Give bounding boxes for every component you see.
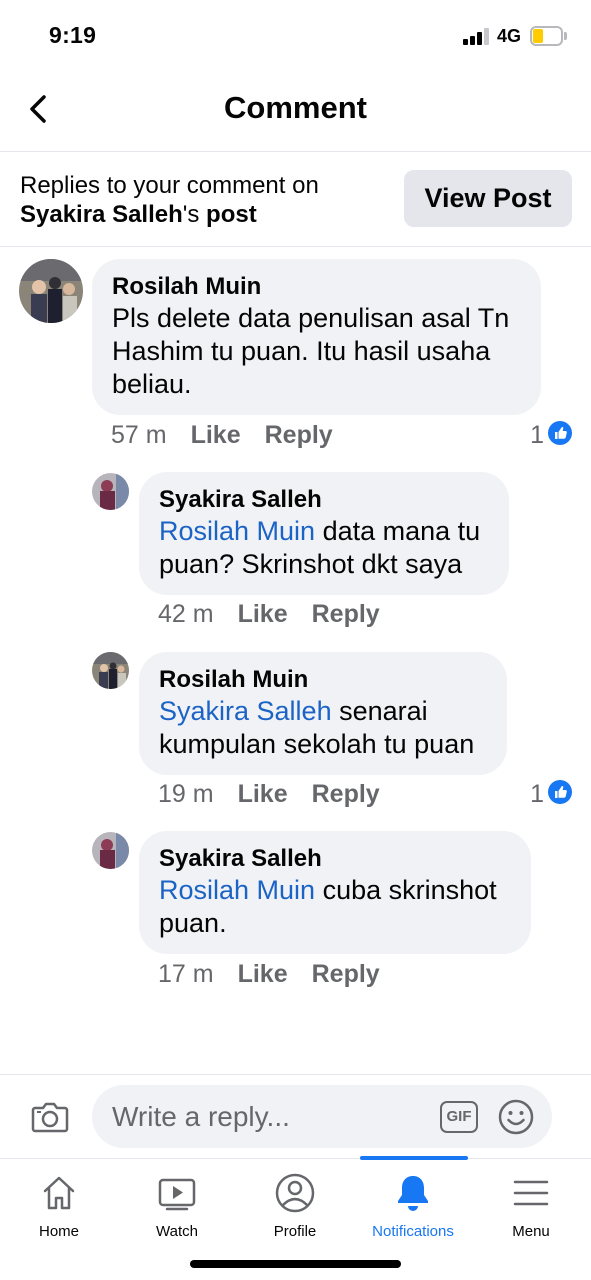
mention-link[interactable]: Rosilah Muin [159, 875, 315, 905]
comment-text: Rosilah Muin cuba skrinshot puan. [159, 874, 511, 940]
nav-item-profile[interactable]: Profile [236, 1159, 354, 1249]
post-word: post [206, 201, 257, 228]
reply-button[interactable]: Reply [265, 421, 333, 450]
comment-text: Pls delete data penulisan asal Tn Hashim… [112, 302, 521, 401]
nav-item-watch[interactable]: Watch [118, 1159, 236, 1249]
comment-actions: 57 m Like Reply [111, 421, 357, 450]
nav-label: Watch [156, 1223, 198, 1240]
bell-icon [398, 1176, 428, 1211]
nav-label: Home [38, 1223, 79, 1240]
reaction-count[interactable]: 1 [520, 421, 572, 449]
network-type: 4G [497, 26, 522, 46]
camera-icon[interactable] [31, 1100, 69, 1134]
comment-actions: 19 m Like Reply [158, 780, 404, 809]
comment-author[interactable]: Rosilah Muin [112, 272, 521, 302]
reply-button[interactable]: Reply [312, 960, 380, 989]
comment-time: 17 m [158, 960, 214, 988]
comment-actions: 17 m Like Reply [158, 960, 404, 989]
reaction-count[interactable]: 1 [520, 780, 572, 808]
gif-button[interactable]: GIF [440, 1101, 478, 1133]
nav-item-menu[interactable]: Menu [472, 1159, 590, 1249]
home-indicator [190, 1260, 401, 1268]
comment-text: Syakira Salleh senarai kumpulan sekolah … [159, 695, 487, 761]
avatar[interactable] [92, 473, 129, 510]
comment-text: Rosilah Muin data mana tu puan? Skrinsho… [159, 515, 489, 581]
avatar[interactable] [92, 832, 129, 869]
context-prefix: Replies to your comment on [20, 172, 319, 199]
comment-author[interactable]: Rosilah Muin [159, 665, 487, 695]
mention-link[interactable]: Rosilah Muin [159, 516, 315, 546]
menu-icon [513, 1180, 549, 1206]
thumbs-up-icon [548, 780, 572, 804]
home-icon [43, 1176, 75, 1210]
like-button[interactable]: Like [238, 960, 288, 989]
nav-label: Notifications [372, 1223, 454, 1240]
context-possessive: 's [182, 201, 200, 228]
comment-bubble[interactable]: Rosilah Muin Pls delete data penulisan a… [92, 259, 541, 415]
comment-bubble[interactable]: Syakira Salleh Rosilah Muin data mana tu… [139, 472, 509, 595]
reply-button[interactable]: Reply [312, 600, 380, 629]
thumbs-up-icon [548, 421, 572, 445]
avatar[interactable] [19, 259, 83, 323]
post-owner-link[interactable]: Syakira Salleh [20, 201, 183, 228]
reply-context: Replies to your comment on Syakira Salle… [0, 152, 591, 247]
page-title: Comment [224, 90, 367, 125]
battery-icon [530, 26, 567, 46]
comment-bubble[interactable]: Rosilah Muin Syakira Salleh senarai kump… [139, 652, 507, 775]
reaction-number: 1 [530, 421, 544, 449]
like-button[interactable]: Like [238, 780, 288, 809]
comment-bubble[interactable]: Syakira Salleh Rosilah Muin cuba skrinsh… [139, 831, 531, 954]
comment-time: 57 m [111, 421, 167, 449]
nav-label: Profile [273, 1223, 317, 1240]
signal-icon [463, 28, 490, 45]
mention-link[interactable]: Syakira Salleh [159, 696, 332, 726]
reaction-number: 1 [530, 780, 544, 808]
view-post-button[interactable]: View Post [404, 170, 572, 227]
context-text: Replies to your comment on Syakira Salle… [20, 171, 390, 229]
comment-author[interactable]: Syakira Salleh [159, 844, 511, 874]
nav-item-notifications[interactable]: Notifications [354, 1159, 472, 1249]
emoji-icon[interactable] [498, 1099, 534, 1135]
nav-item-home[interactable]: Home [0, 1159, 118, 1249]
comment-time: 42 m [158, 600, 214, 628]
comment-actions: 42 m Like Reply [158, 600, 404, 629]
like-button[interactable]: Like [191, 421, 241, 450]
like-button[interactable]: Like [238, 600, 288, 629]
reply-input[interactable] [92, 1085, 552, 1148]
reply-button[interactable]: Reply [312, 780, 380, 809]
comment-author[interactable]: Syakira Salleh [159, 485, 489, 515]
reply-composer: GIF [0, 1074, 591, 1158]
comment-time: 19 m [158, 780, 214, 808]
profile-icon [275, 1173, 315, 1213]
watch-icon [158, 1178, 196, 1211]
status-time: 9:19 [49, 22, 97, 48]
comment-body: Pls delete data penulisan asal Tn Hashim… [112, 303, 510, 399]
avatar[interactable] [92, 652, 129, 689]
status-bar: 9:19 4G [0, 0, 591, 70]
nav-label: Menu [512, 1223, 550, 1240]
header: Comment [0, 70, 591, 152]
